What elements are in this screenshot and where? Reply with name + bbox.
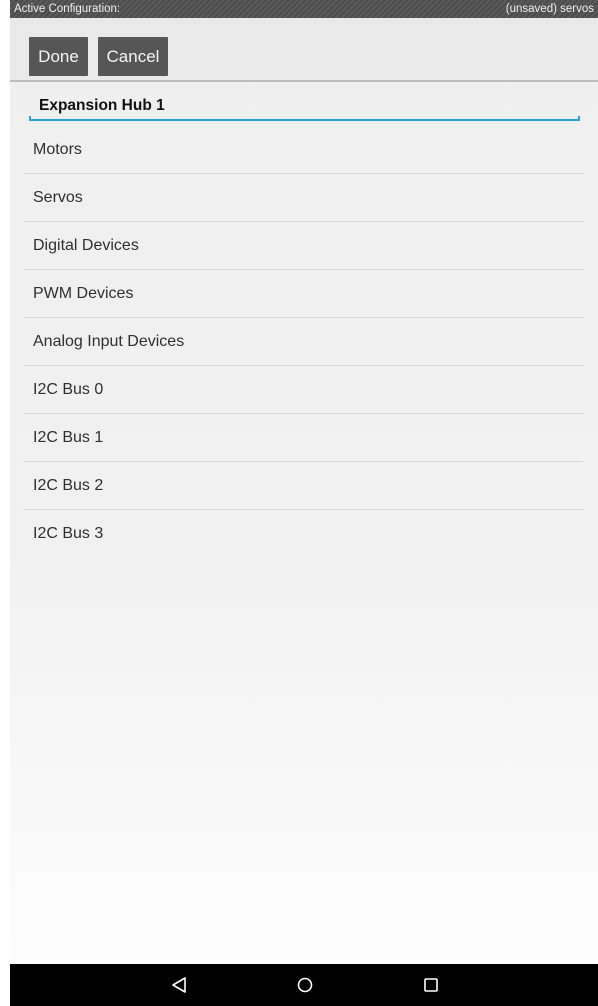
list-item-servos[interactable]: Servos [23,174,583,222]
list-item-label: Servos [33,189,83,206]
list-item-label: I2C Bus 1 [33,429,104,446]
list-item-label: Analog Input Devices [33,333,185,350]
navigation-bar [10,964,598,1006]
list-item-label: PWM Devices [33,285,134,302]
recents-icon[interactable] [421,975,441,995]
list-item-label: I2C Bus 2 [33,477,104,494]
screen: Active Configuration: (unsaved) servos D… [10,0,598,1006]
list-item-label: I2C Bus 0 [33,381,104,398]
list-item-label: I2C Bus 3 [33,525,104,542]
list-item-i2c-bus-1[interactable]: I2C Bus 1 [23,414,583,462]
list-item-label: Digital Devices [33,237,139,254]
cancel-button[interactable]: Cancel [98,37,168,76]
list-item-label: Motors [33,141,82,158]
list-item-i2c-bus-3[interactable]: I2C Bus 3 [23,510,583,557]
list-item-motors[interactable]: Motors [23,126,583,174]
status-bar: Active Configuration: (unsaved) servos [10,0,598,18]
active-configuration-name: (unsaved) servos [505,3,594,15]
button-bar: Done Cancel [10,18,598,82]
list-item-digital-devices[interactable]: Digital Devices [23,222,583,270]
hub-name-field[interactable]: Expansion Hub 1 [29,94,580,121]
home-icon[interactable] [295,975,315,995]
done-button[interactable]: Done [29,37,88,76]
hub-name-text: Expansion Hub 1 [39,97,165,114]
back-icon[interactable] [170,975,190,995]
hub-name-underline [29,116,580,121]
device-list: Motors Servos Digital Devices PWM Device… [23,126,583,557]
list-item-i2c-bus-2[interactable]: I2C Bus 2 [23,462,583,510]
list-item-pwm-devices[interactable]: PWM Devices [23,270,583,318]
list-item-i2c-bus-0[interactable]: I2C Bus 0 [23,366,583,414]
active-configuration-label: Active Configuration: [14,3,121,15]
list-item-analog-input-devices[interactable]: Analog Input Devices [23,318,583,366]
